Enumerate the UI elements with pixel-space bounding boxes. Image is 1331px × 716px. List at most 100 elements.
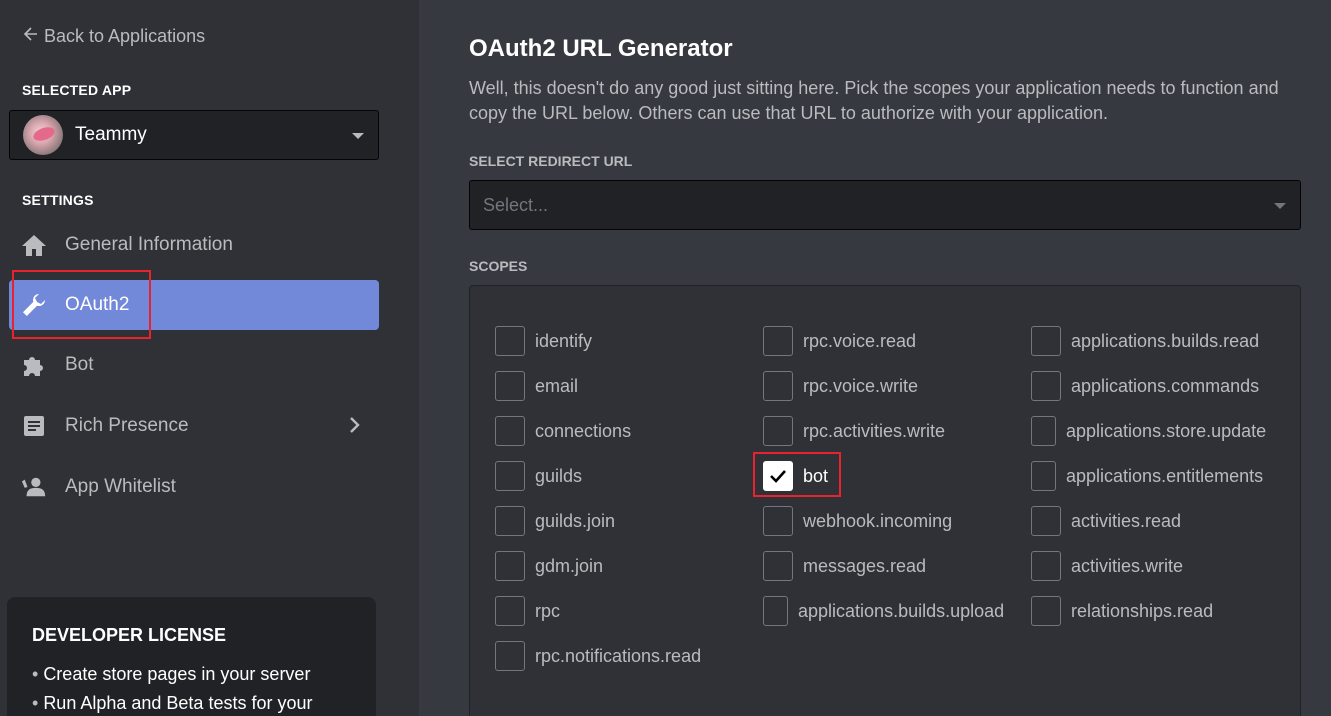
scope-rpc-voice-write[interactable]: rpc.voice.write: [763, 371, 918, 401]
scope-label: applications.store.update: [1066, 420, 1267, 441]
sidebar: Back to Applications SELECTED APP Teammy…: [0, 0, 419, 716]
scope-label: connections: [535, 420, 632, 441]
sidebar-item-app-whitelist[interactable]: App Whitelist: [9, 462, 379, 512]
scope-rpc-voice-read[interactable]: rpc.voice.read: [763, 326, 916, 356]
user-icon: [21, 474, 47, 500]
home-icon: [21, 232, 47, 258]
checkbox[interactable]: [495, 551, 525, 581]
caret-down-icon: [1274, 203, 1286, 209]
scope-activities-read[interactable]: activities.read: [1031, 506, 1181, 536]
scope-identify[interactable]: identify: [495, 326, 592, 356]
scope-gdm-join[interactable]: gdm.join: [495, 551, 603, 581]
scope-label: activities.write: [1071, 555, 1184, 576]
scope-rpc-activities-write[interactable]: rpc.activities.write: [763, 416, 945, 446]
scope-applications-entitlements[interactable]: applications.entitlements: [1031, 461, 1263, 491]
scope-applications-builds-read[interactable]: applications.builds.read: [1031, 326, 1259, 356]
checkbox[interactable]: [763, 596, 788, 626]
sidebar-item-label: OAuth2: [65, 294, 130, 315]
checkbox[interactable]: [495, 416, 525, 446]
checkbox-checked[interactable]: [763, 461, 793, 491]
sidebar-item-label: App Whitelist: [65, 476, 176, 497]
arrow-left-icon: [22, 26, 38, 47]
scope-relationships-read[interactable]: relationships.read: [1031, 596, 1213, 626]
checkbox[interactable]: [1031, 326, 1061, 356]
scope-label: applications.builds.upload: [798, 600, 1005, 621]
developer-license-card: DEVELOPER LICENSE Create store pages in …: [7, 597, 376, 716]
checkbox[interactable]: [763, 506, 793, 536]
checkbox[interactable]: [1031, 461, 1056, 491]
scope-label: rpc.voice.read: [803, 330, 917, 351]
checkbox[interactable]: [1031, 371, 1061, 401]
settings-heading: SETTINGS: [22, 192, 94, 208]
checkbox[interactable]: [495, 506, 525, 536]
scope-guilds-join[interactable]: guilds.join: [495, 506, 615, 536]
scope-label: activities.read: [1071, 510, 1182, 531]
scope-applications-commands[interactable]: applications.commands: [1031, 371, 1259, 401]
checkbox[interactable]: [763, 326, 793, 356]
scope-webhook-incoming[interactable]: webhook.incoming: [763, 506, 952, 536]
caret-down-icon: [352, 133, 364, 139]
license-item: Run Alpha and Beta tests for your: [32, 693, 376, 714]
puzzle-icon: [21, 352, 47, 378]
scope-label: relationships.read: [1071, 600, 1214, 621]
document-icon: [21, 413, 47, 439]
checkbox[interactable]: [495, 461, 525, 491]
scope-email[interactable]: email: [495, 371, 578, 401]
checkbox[interactable]: [763, 551, 793, 581]
sidebar-item-general-information[interactable]: General Information: [9, 220, 379, 270]
app-selector[interactable]: Teammy: [9, 110, 379, 160]
scope-label: guilds: [535, 465, 583, 486]
scopes-panel: identify email connections guilds guilds…: [469, 285, 1301, 716]
selected-app-heading: SELECTED APP: [22, 82, 132, 98]
scope-label: rpc.notifications.read: [535, 645, 702, 666]
scope-label: rpc.activities.write: [803, 420, 946, 441]
sidebar-item-label: Rich Presence: [65, 415, 189, 436]
sidebar-item-oauth2[interactable]: OAuth2: [9, 280, 379, 330]
back-link-label: Back to Applications: [44, 26, 206, 46]
main-content: OAuth2 URL Generator Well, this doesn't …: [419, 0, 1331, 716]
checkbox[interactable]: [1031, 506, 1061, 536]
checkbox[interactable]: [1031, 416, 1056, 446]
scope-rpc-notifications-read[interactable]: rpc.notifications.read: [495, 641, 701, 671]
scope-activities-write[interactable]: activities.write: [1031, 551, 1183, 581]
checkbox[interactable]: [495, 596, 525, 626]
scope-label: messages.read: [803, 555, 927, 576]
scope-label: email: [535, 375, 579, 396]
sidebar-item-label: General Information: [65, 234, 233, 255]
checkbox[interactable]: [1031, 551, 1061, 581]
scope-label: webhook.incoming: [803, 510, 953, 531]
scope-label: bot: [803, 465, 829, 486]
scope-label: applications.builds.read: [1071, 330, 1260, 351]
scope-label: rpc.voice.write: [803, 375, 919, 396]
scope-applications-store-update[interactable]: applications.store.update: [1031, 416, 1266, 446]
checkbox[interactable]: [495, 641, 525, 671]
license-item: Create store pages in your server: [32, 664, 376, 685]
scope-applications-builds-upload[interactable]: applications.builds.upload: [763, 596, 1004, 626]
scope-messages-read[interactable]: messages.read: [763, 551, 926, 581]
scope-label: identify: [535, 330, 593, 351]
page-title: OAuth2 URL Generator: [469, 35, 733, 62]
scope-rpc[interactable]: rpc: [495, 596, 560, 626]
page-description: Well, this doesn't do any good just sitt…: [469, 78, 1279, 123]
chevron-right-icon: [349, 416, 361, 440]
sidebar-item-rich-presence[interactable]: Rich Presence: [9, 401, 379, 451]
scope-label: guilds.join: [535, 510, 616, 531]
redirect-url-label: SELECT REDIRECT URL: [469, 153, 633, 169]
wrench-icon: [21, 292, 47, 318]
scopes-label: SCOPES: [469, 258, 528, 274]
scope-label: gdm.join: [535, 555, 604, 576]
checkbox[interactable]: [495, 326, 525, 356]
scope-label: applications.entitlements: [1066, 465, 1264, 486]
back-to-applications-link[interactable]: Back to Applications: [22, 26, 205, 47]
redirect-url-select[interactable]: Select...: [469, 180, 1301, 230]
checkbox[interactable]: [763, 371, 793, 401]
checkbox[interactable]: [495, 371, 525, 401]
checkbox[interactable]: [763, 416, 793, 446]
sidebar-item-bot[interactable]: Bot: [9, 340, 379, 390]
scope-connections[interactable]: connections: [495, 416, 631, 446]
scope-guilds[interactable]: guilds: [495, 461, 582, 491]
scope-bot[interactable]: bot: [763, 461, 828, 491]
checkbox[interactable]: [1031, 596, 1061, 626]
app-name: Teammy: [75, 124, 147, 145]
app-avatar: [23, 115, 63, 155]
